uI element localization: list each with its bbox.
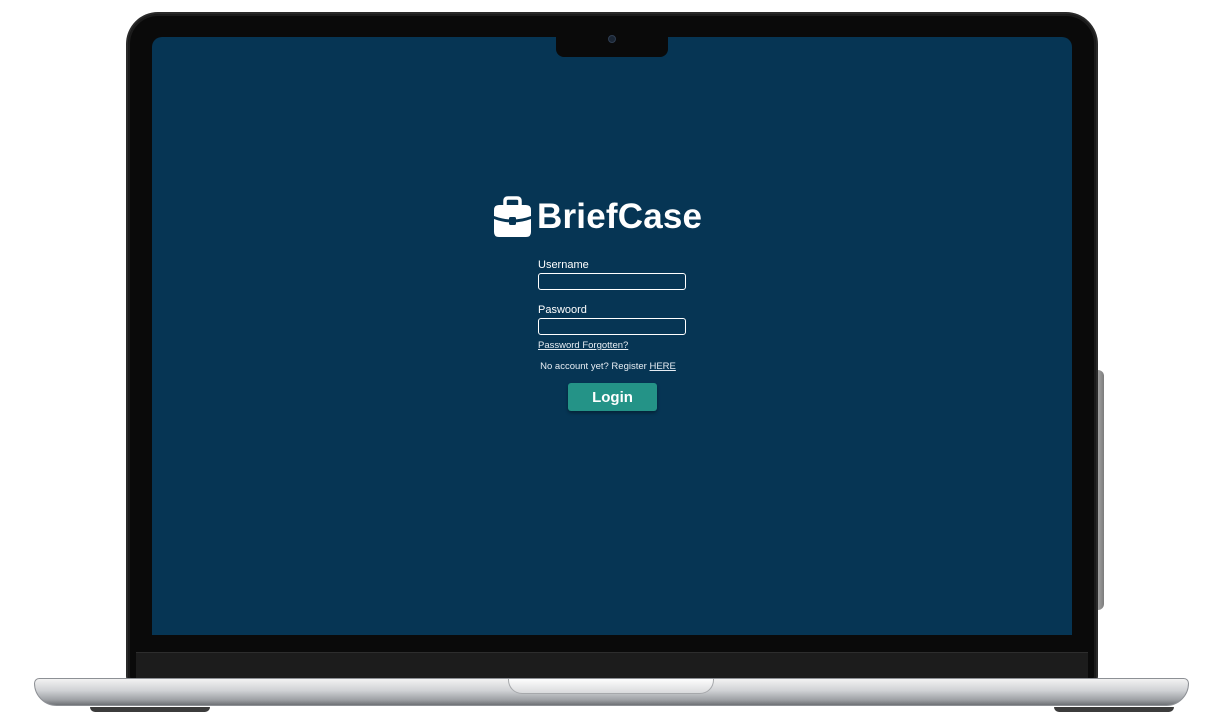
laptop-foot-left (90, 707, 210, 712)
brand-name: BriefCase (537, 197, 703, 236)
username-input[interactable] (538, 273, 686, 290)
login-form: Username Paswoord Password Forgotten? (538, 258, 688, 353)
username-label: Username (538, 259, 589, 271)
login-button[interactable]: Login (568, 383, 657, 411)
password-forgotten-link[interactable]: Password Forgotten? (538, 340, 628, 351)
laptop-foot-right (1054, 707, 1174, 712)
password-input[interactable] (538, 318, 686, 335)
app-logo: BriefCase (492, 196, 702, 238)
register-prompt: No account yet? Register HERE (538, 361, 678, 372)
briefcase-icon (494, 196, 531, 237)
register-link[interactable]: HERE (649, 361, 675, 372)
laptop-opening-notch (508, 679, 714, 694)
password-label: Paswoord (538, 304, 587, 316)
camera-icon (608, 35, 616, 43)
register-text: No account yet? Register (540, 361, 647, 372)
laptop-chin (136, 652, 1088, 681)
